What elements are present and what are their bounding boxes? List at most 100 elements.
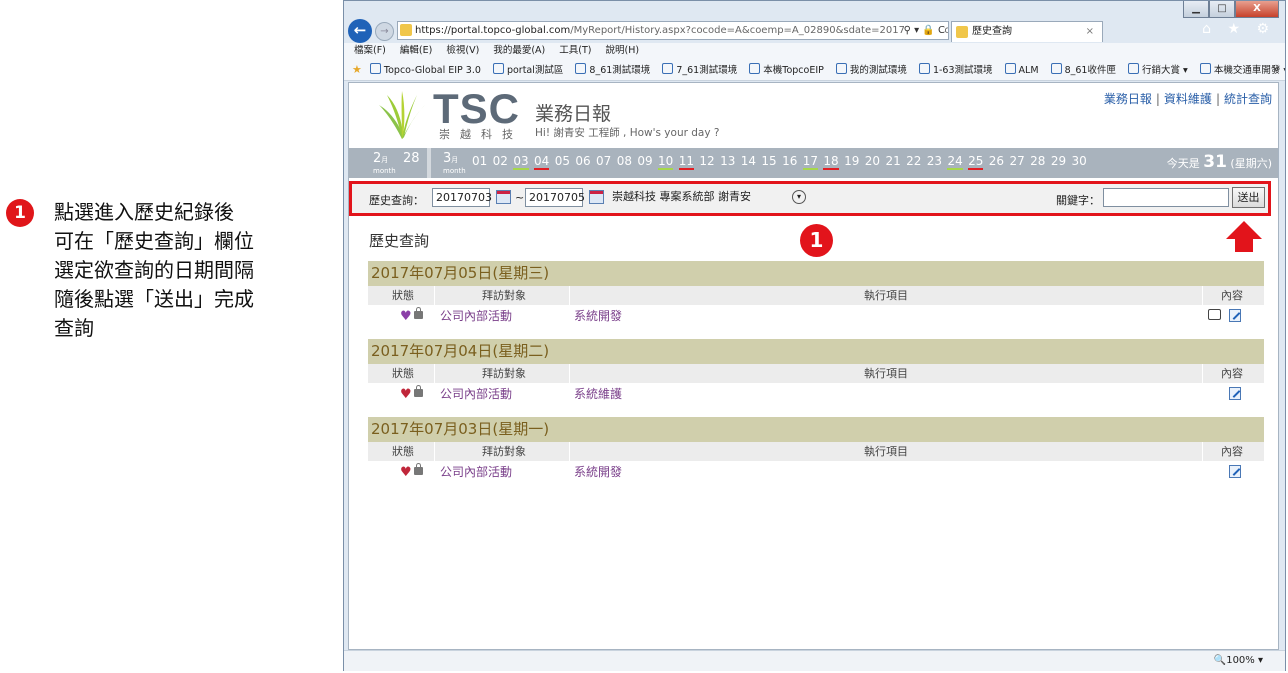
visit-target[interactable]: 公司內部活動	[440, 461, 512, 483]
status-heart-icon: ♥	[400, 387, 412, 402]
calendar-picker-icon[interactable]	[496, 190, 511, 204]
current-month[interactable]: 3月 month	[443, 151, 466, 175]
calendar-day[interactable]: 25	[968, 154, 984, 170]
favorite-item[interactable]: Topco-Global EIP 3.0	[369, 63, 481, 76]
end-date-input[interactable]: 20170705	[525, 188, 585, 207]
calendar-day[interactable]: 29	[1051, 154, 1066, 168]
ie-page-icon	[369, 63, 381, 74]
execution-item[interactable]: 系統維護	[574, 383, 622, 405]
calendar-day[interactable]: 09	[637, 154, 652, 168]
address-controls[interactable]: ⚲ ▾ 🔒 C	[903, 22, 945, 39]
edit-icon[interactable]	[1229, 465, 1241, 478]
table-row[interactable]: ♥ 公司內部活動 系統開發	[368, 461, 1264, 483]
tsc-logo-icon	[379, 91, 425, 139]
minimize-button[interactable]: ▁	[1183, 1, 1209, 18]
menu-tools[interactable]: 工具(T)	[559, 45, 591, 56]
favorite-item[interactable]: 1-63測試環境	[918, 63, 993, 76]
link-statistics-query[interactable]: 統計查詢	[1224, 92, 1272, 106]
favorite-item[interactable]: 我的測試環境	[835, 63, 907, 76]
calendar-day[interactable]: 13	[720, 154, 735, 168]
favorite-item[interactable]: portal測試區	[492, 63, 563, 76]
favorite-item[interactable]: 8_61收件匣	[1050, 63, 1116, 76]
comment-icon[interactable]	[1208, 309, 1221, 320]
zoom-level[interactable]: 🔍100% ▾	[1214, 651, 1263, 670]
calendar-day[interactable]: 23	[927, 154, 942, 168]
address-bar[interactable]: https://portal.topco-global.com/MyReport…	[397, 21, 949, 40]
execution-item[interactable]: 系統開發	[574, 305, 622, 327]
prev-month[interactable]: 2月 month	[373, 151, 396, 175]
calendar-day[interactable]: 11	[678, 154, 694, 170]
calendar-day[interactable]: 20	[865, 154, 880, 168]
favorite-item[interactable]: 本機TopcoEIP	[749, 63, 824, 76]
calendar-day[interactable]: 19	[844, 154, 859, 168]
status-heart-icon: ♥	[400, 309, 412, 324]
keyword-input[interactable]	[1103, 188, 1229, 207]
favorite-item[interactable]: ALM	[1004, 63, 1039, 76]
calendar-day[interactable]: 02	[493, 154, 508, 168]
table-row[interactable]: ♥ 公司內部活動 系統維護	[368, 383, 1264, 405]
table-row[interactable]: ♥ 公司內部活動 系統開發	[368, 305, 1264, 327]
calendar-day[interactable]: 06	[575, 154, 590, 168]
calendar-day[interactable]: 16	[782, 154, 797, 168]
edit-icon[interactable]	[1229, 387, 1241, 400]
calendar-day[interactable]: 30	[1071, 154, 1086, 168]
link-data-maintenance[interactable]: 資料維護	[1164, 92, 1212, 106]
calendar-day[interactable]: 01	[472, 154, 487, 168]
maximize-button[interactable]: □	[1209, 1, 1235, 18]
favorite-item[interactable]: 行銷大賞 ▾	[1128, 63, 1188, 76]
favorites-star-icon[interactable]: ★	[352, 63, 362, 76]
calendar-divider	[427, 148, 431, 178]
back-button[interactable]: ←	[348, 19, 372, 43]
calendar-day[interactable]: 03	[513, 154, 529, 170]
folder-icon	[1199, 63, 1211, 74]
navigation-bar: ← → https://portal.topco-global.com/MyRe…	[344, 19, 1285, 43]
calendar-day[interactable]: 28	[1030, 154, 1045, 168]
column-item: 執行項目	[864, 289, 908, 302]
calendar-day[interactable]: 04	[534, 154, 550, 170]
calendar-day[interactable]: 08	[617, 154, 632, 168]
favorites-more-icon[interactable]: »	[1273, 60, 1279, 80]
menu-edit[interactable]: 編輯(E)	[400, 45, 432, 56]
calendar-day[interactable]: 18	[823, 154, 839, 170]
menu-help[interactable]: 說明(H)	[606, 45, 640, 56]
ie-page-icon	[918, 63, 930, 74]
menu-favorites[interactable]: 我的最愛(A)	[493, 45, 545, 56]
calendar-day[interactable]: 15	[761, 154, 776, 168]
visit-target[interactable]: 公司內部活動	[440, 383, 512, 405]
prev-month-last-day[interactable]: 28	[403, 151, 420, 166]
column-header-row: 狀態 拜訪對象 執行項目 內容	[368, 442, 1264, 461]
tab-history[interactable]: 歷史查詢 ×	[951, 21, 1103, 42]
calendar-day[interactable]: 27	[1009, 154, 1024, 168]
execution-item[interactable]: 系統開發	[574, 461, 622, 483]
department-select[interactable]: 崇越科技 專案系統部 謝青安 ▾	[610, 188, 808, 207]
forward-button[interactable]: →	[375, 22, 394, 41]
browser-tools-icons[interactable]: ⌂ ★ ⚙	[1202, 21, 1275, 37]
calendar-day[interactable]: 12	[699, 154, 714, 168]
calendar-picker-icon[interactable]	[589, 190, 604, 204]
record-date-header: 2017年07月03日(星期一)	[368, 417, 1264, 442]
calendar-day[interactable]: 24	[947, 154, 963, 170]
keyword-label: 關鍵字：	[1056, 194, 1100, 207]
tab-title: 歷史查詢	[972, 26, 1012, 37]
calendar-day[interactable]: 21	[885, 154, 900, 168]
menu-file[interactable]: 檔案(F)	[354, 45, 386, 56]
link-daily-report[interactable]: 業務日報	[1104, 92, 1152, 106]
calendar-day[interactable]: 07	[596, 154, 611, 168]
pointer-arrow-icon	[1226, 221, 1262, 239]
menu-view[interactable]: 檢視(V)	[446, 45, 479, 56]
edit-icon[interactable]	[1229, 309, 1241, 322]
calendar-day[interactable]: 17	[802, 154, 819, 170]
calendar-day[interactable]: 14	[741, 154, 756, 168]
start-date-input[interactable]: 20170703	[432, 188, 492, 207]
submit-button[interactable]: 送出	[1232, 187, 1265, 208]
close-window-button[interactable]: X	[1235, 1, 1279, 18]
calendar-day[interactable]: 10	[658, 154, 674, 170]
calendar-day[interactable]: 05	[555, 154, 570, 168]
tab-close-icon[interactable]: ×	[1086, 22, 1094, 42]
calendar-day[interactable]: 26	[989, 154, 1004, 168]
calendar-day[interactable]: 22	[906, 154, 921, 168]
favorite-item[interactable]: 8_61測試環境	[575, 63, 650, 76]
visit-target[interactable]: 公司內部活動	[440, 305, 512, 327]
annotation-text: 點選進入歷史紀錄後 可在「歷史查詢」欄位 選定欲查詢的日期間隔 隨後點選「送出」…	[54, 200, 254, 340]
favorite-item[interactable]: 7_61測試環境	[662, 63, 737, 76]
